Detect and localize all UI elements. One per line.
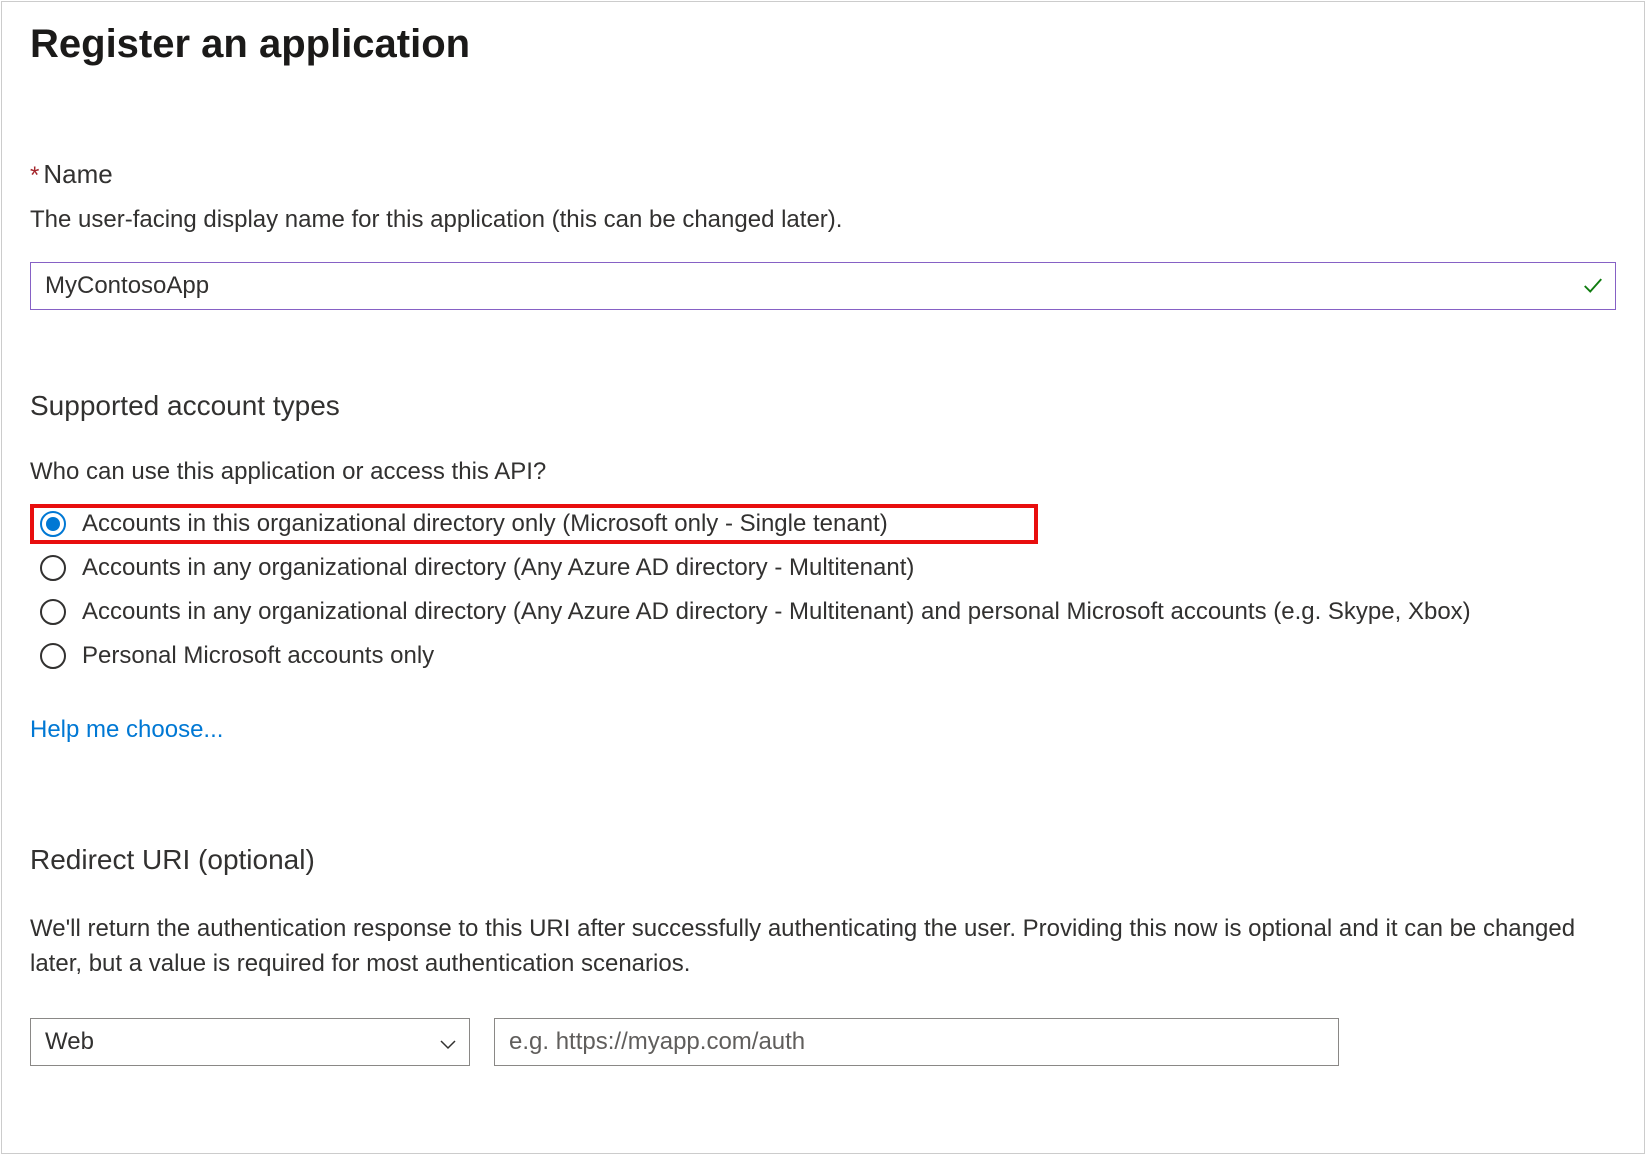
redirect-uri-row: Web [30, 1018, 1616, 1066]
radio-option-personal-only[interactable]: Personal Microsoft accounts only [30, 636, 1616, 676]
page-title: Register an application [30, 22, 1616, 67]
radio-option-multitenant-personal[interactable]: Accounts in any organizational directory… [30, 592, 1616, 632]
radio-button[interactable] [40, 599, 66, 625]
name-label-row: * Name [30, 159, 1616, 190]
redirect-uri-heading: Redirect URI (optional) [30, 844, 1616, 876]
required-asterisk: * [30, 162, 39, 190]
radio-dot-icon [46, 517, 60, 531]
radio-button[interactable] [40, 643, 66, 669]
account-types-subtext: Who can use this application or access t… [30, 458, 1616, 486]
radio-option-multitenant[interactable]: Accounts in any organizational directory… [30, 548, 1616, 588]
register-app-form: Register an application * Name The user-… [1, 1, 1645, 1154]
radio-label: Personal Microsoft accounts only [82, 642, 434, 670]
platform-select-wrapper: Web [30, 1018, 470, 1066]
platform-select[interactable]: Web [30, 1018, 470, 1066]
redirect-uri-input[interactable] [494, 1018, 1339, 1066]
redirect-uri-description: We'll return the authentication response… [30, 912, 1600, 982]
radio-label: Accounts in any organizational directory… [82, 554, 914, 582]
name-label: Name [43, 159, 112, 190]
name-description: The user-facing display name for this ap… [30, 206, 1616, 234]
radio-label: Accounts in this organizational director… [82, 510, 888, 538]
radio-option-single-tenant[interactable]: Accounts in this organizational director… [30, 504, 1038, 544]
name-input[interactable] [30, 262, 1616, 310]
check-icon [1582, 275, 1604, 297]
account-types-heading: Supported account types [30, 390, 1616, 422]
radio-button[interactable] [40, 511, 66, 537]
account-types-radio-group: Accounts in this organizational director… [30, 504, 1616, 676]
name-input-wrapper [30, 262, 1616, 310]
help-me-choose-link[interactable]: Help me choose... [30, 716, 223, 744]
radio-label: Accounts in any organizational directory… [82, 598, 1471, 626]
radio-button[interactable] [40, 555, 66, 581]
